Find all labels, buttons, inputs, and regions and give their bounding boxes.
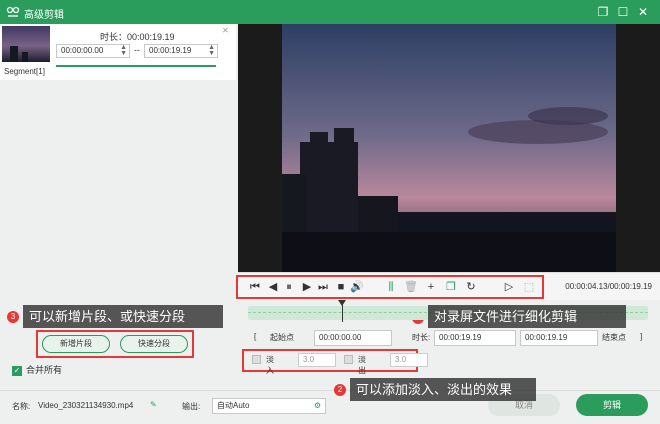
fade-out-checkbox[interactable] <box>344 355 353 364</box>
volume-icon[interactable]: 🔊 <box>350 280 364 294</box>
edit-name-icon[interactable]: ✎ <box>150 400 157 409</box>
fade-in-checkbox[interactable] <box>252 355 261 364</box>
window-title: 高级剪辑 <box>24 10 64 21</box>
segment-remove-icon[interactable]: ✕ <box>222 26 229 35</box>
add-icon[interactable]: + <box>424 280 438 294</box>
file-name: Video_230321134930.mp4 <box>38 401 134 410</box>
video-preview <box>238 24 660 272</box>
merge-all-checkbox[interactable]: ✓ 合并所有 <box>12 363 62 376</box>
annotation-badge-2: 2 <box>334 384 346 396</box>
pause-icon[interactable]: ⏸ <box>282 280 296 294</box>
step-forward-icon[interactable]: ▶ <box>300 280 314 294</box>
start-point-label[interactable]: 起始点 <box>270 332 294 343</box>
skip-to-start-icon[interactable]: ⏮ <box>248 280 262 294</box>
close-icon[interactable]: ✕ <box>634 3 652 21</box>
segment-end-time[interactable]: 00:00:19.19 ▲ ▼ <box>144 44 218 58</box>
annotation-2: 可以添加淡入、淡出的效果 <box>350 378 536 401</box>
end-point-input[interactable]: 00:00:19.19 <box>520 330 598 346</box>
time-readout: 00:00:04.13/00:00:19.19 <box>565 282 652 291</box>
maximize-icon[interactable]: ☐ <box>614 3 632 21</box>
segment-progress-bar <box>56 65 216 67</box>
time-separator: -- <box>134 45 140 55</box>
annotation-1: 对录屏文件进行细化剪辑 <box>428 305 626 328</box>
start-point-value: 00:00:00.00 <box>319 333 362 342</box>
playhead[interactable] <box>342 300 343 322</box>
crop-icon[interactable]: ⬚ <box>522 280 536 294</box>
name-label: 名称: <box>12 402 31 411</box>
range-right-bracket: ] <box>640 332 643 341</box>
segment-end-value: 00:00:19.19 <box>149 46 192 55</box>
checkmark-icon: ✓ <box>12 365 22 376</box>
segment-thumbnail <box>2 26 50 62</box>
player-controls: ⏮ ◀ ⏸ ▶ ⏭ ■ 🔊 ⫼ 🗑 + ❐ ↻ ▷ ⬚ 00:00:04.13/… <box>236 272 660 300</box>
segment-duration: 时长：00:00:19.19 <box>100 32 175 42</box>
fade-in-input[interactable]: 3.0 <box>298 353 336 367</box>
end-point-label[interactable]: 结束点 <box>602 332 626 343</box>
delete-icon[interactable]: 🗑 <box>404 280 418 294</box>
copy-icon[interactable]: ❐ <box>444 280 458 294</box>
spin-arrows-icon[interactable]: ▲ ▼ <box>120 44 127 57</box>
gear-icon[interactable]: ⚙ <box>314 399 321 413</box>
segment-card[interactable]: Segment[1] 时长：00:00:19.19 00:00:00.00 ▲ ▼… <box>0 24 236 80</box>
preview-segment-icon[interactable]: ▷ <box>502 280 516 294</box>
stop-icon[interactable]: ■ <box>334 280 348 294</box>
start-point-input[interactable]: 00:00:00.00 <box>314 330 392 346</box>
duration-value: 00:00:19.19 <box>439 333 482 342</box>
annotation-badge-3: 3 <box>7 311 19 323</box>
range-left-bracket: [ <box>254 332 257 341</box>
fade-out-input[interactable]: 3.0 <box>390 353 428 367</box>
spin-arrows-icon[interactable]: ▲ ▼ <box>208 44 215 57</box>
segment-label: Segment[1] <box>4 67 45 76</box>
edit-button[interactable]: 剪辑 <box>576 394 648 416</box>
output-label: 输出: <box>182 402 201 411</box>
end-point-value: 00:00:19.19 <box>525 333 568 342</box>
split-icon[interactable]: ⫼ <box>384 280 398 294</box>
quick-split-button[interactable]: 快速分段 <box>120 335 188 353</box>
range-row: [ 起始点 00:00:00.00 时长: 00:00:19.19 00:00:… <box>248 330 648 346</box>
reset-icon[interactable]: ↻ <box>464 280 478 294</box>
restore-icon[interactable]: ❐ <box>594 3 612 21</box>
output-value: 自动Auto <box>217 401 250 410</box>
output-dropdown[interactable]: 自动Auto ⚙ <box>212 398 326 414</box>
merge-all-label: 合并所有 <box>26 365 63 375</box>
fade-in-label: 淡入 <box>266 355 274 375</box>
annotation-3: 可以新增片段、或快速分段 <box>23 305 223 328</box>
segment-start-value: 00:00:00.00 <box>61 46 104 55</box>
fade-out-label: 淡出 <box>358 355 366 375</box>
add-segment-button[interactable]: 新增片段 <box>42 335 110 353</box>
title-bar: 高级剪辑 ❐ ☐ ✕ <box>0 0 660 24</box>
duration-input[interactable]: 00:00:19.19 <box>434 330 516 346</box>
segment-start-time[interactable]: 00:00:00.00 ▲ ▼ <box>56 44 130 58</box>
bottom-bar: 名称: Video_230321134930.mp4 ✎ 输出: 自动Auto … <box>0 390 660 424</box>
skip-to-end-icon[interactable]: ⏭ <box>316 280 330 294</box>
step-back-icon[interactable]: ◀ <box>266 280 280 294</box>
preview-frame <box>238 24 660 272</box>
app-logo-icon <box>6 6 20 17</box>
duration-label: 时长: <box>412 333 431 342</box>
